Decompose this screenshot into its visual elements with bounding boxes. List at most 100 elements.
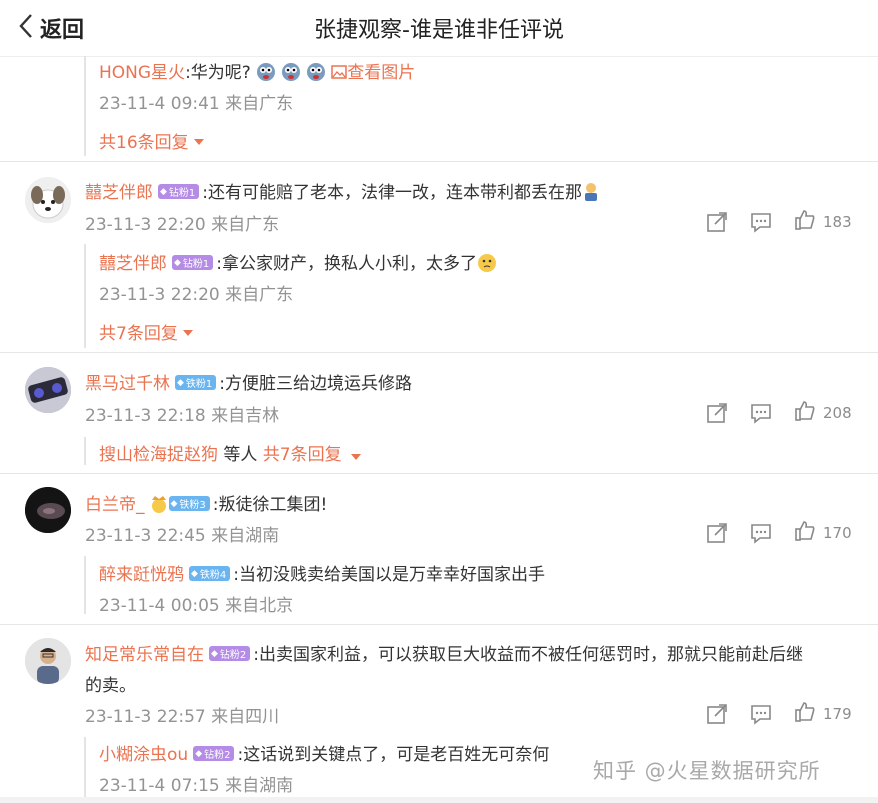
reply-text: :当初没贱卖给美国以是万幸幸好国家出手 bbox=[233, 565, 546, 585]
reply-divider bbox=[84, 56, 86, 156]
comment-username[interactable]: 白兰帝_ bbox=[85, 495, 145, 515]
reply-username[interactable]: 醉来跹恍鸦 bbox=[99, 565, 184, 585]
like-button[interactable]: 208 bbox=[794, 400, 852, 426]
thumbs-up-icon bbox=[794, 209, 816, 235]
share-icon[interactable] bbox=[706, 211, 728, 233]
reply-text: :华为呢? bbox=[185, 63, 251, 83]
caret-down-icon bbox=[350, 454, 361, 460]
share-icon[interactable] bbox=[706, 703, 728, 725]
comment-icon[interactable] bbox=[750, 211, 772, 233]
face-emoji-icon bbox=[281, 62, 301, 86]
reply-text: :拿公家财产，换私人小利，太多了 bbox=[216, 254, 478, 274]
diamond-icon: ◆ bbox=[160, 186, 167, 197]
fan-badge: ◆ 钻粉2 bbox=[193, 746, 235, 761]
reply-timestamp: 23-11-3 22:20 来自广东 bbox=[99, 285, 294, 305]
separator bbox=[0, 161, 878, 162]
comment-timestamp: 23-11-3 22:45 来自湖南 bbox=[85, 526, 280, 546]
thinking-emoji-icon bbox=[477, 253, 497, 277]
reply-username[interactable]: 小糊涂虫ou bbox=[99, 745, 188, 765]
fan-badge: ◆ 钻粉2 bbox=[209, 646, 251, 661]
comment-username[interactable]: 黑马过千林 bbox=[85, 374, 170, 394]
fan-badge: ◆ 铁粉3 bbox=[168, 496, 210, 511]
diamond-icon: ◆ bbox=[170, 498, 178, 509]
fan-badge: ◆ 钻粉1 bbox=[172, 255, 214, 270]
comment-line: 黑马过千林 ◆ 铁粉1:方便脏三给边境运兵修路 bbox=[85, 369, 412, 394]
comment-actions: 179 bbox=[706, 701, 852, 727]
reply-summary: 搜山检海捉赵狗 等人 共7条回复 bbox=[99, 440, 361, 465]
comment-text: :方便脏三给边境运兵修路 bbox=[219, 374, 413, 394]
view-replies-link[interactable]: 共7条回复 bbox=[263, 445, 342, 465]
diamond-icon: ◆ bbox=[174, 257, 181, 268]
comment-timestamp: 23-11-3 22:57 来自四川 bbox=[85, 707, 280, 727]
caret-down-icon bbox=[182, 329, 193, 336]
person-emoji-icon bbox=[582, 182, 600, 206]
like-count: 208 bbox=[823, 404, 852, 422]
thumbs-up-icon bbox=[794, 520, 816, 546]
reply-line: 小糊涂虫ou ◆ 钻粉2:这话说到关键点了，可是老百姓无可奈何 bbox=[99, 740, 549, 765]
share-icon[interactable] bbox=[706, 522, 728, 544]
face-emoji-icon bbox=[306, 62, 326, 86]
comment-actions: 183 bbox=[706, 209, 852, 235]
comment-actions: 208 bbox=[706, 400, 852, 426]
reply-text: :这话说到关键点了，可是老百姓无可奈何 bbox=[237, 745, 550, 765]
like-count: 179 bbox=[823, 705, 852, 723]
view-replies-link[interactable]: 共16条回复 bbox=[99, 128, 204, 153]
page-title: 张捷观察-谁是谁非任评说 bbox=[314, 18, 564, 43]
fan-badge: ◆ 钻粉1 bbox=[158, 184, 200, 199]
like-button[interactable]: 170 bbox=[794, 520, 852, 546]
comment-text-continued: 的卖。 bbox=[85, 676, 136, 696]
diamond-icon: ◆ bbox=[211, 648, 218, 659]
separator bbox=[0, 352, 878, 353]
comment-timestamp: 23-11-3 22:18 来自吉林 bbox=[85, 406, 280, 426]
view-replies-link[interactable]: 共7条回复 bbox=[99, 319, 193, 344]
share-icon[interactable] bbox=[706, 402, 728, 424]
comment-icon[interactable] bbox=[750, 522, 772, 544]
reply-username[interactable]: HONG星火 bbox=[99, 63, 185, 83]
reply-timestamp: 23-11-4 00:05 来自北京 bbox=[99, 596, 294, 616]
comment-text: :出卖国家利益，可以获取巨大收益而不被任何惩罚时，那就只能前赴后继 bbox=[253, 645, 804, 665]
crown-emoji-icon bbox=[149, 494, 169, 518]
fan-badge: ◆ 铁粉1 bbox=[175, 375, 217, 390]
like-count: 183 bbox=[823, 213, 852, 231]
comment-username[interactable]: 知足常乐常自在 bbox=[85, 645, 204, 665]
like-button[interactable]: 183 bbox=[794, 209, 852, 235]
top-bar: 返回 张捷观察-谁是谁非任评说 bbox=[0, 0, 878, 57]
reply-line: 醉来跹恍鸦 ◆ 铁粉4:当初没贱卖给美国以是万幸幸好国家出手 bbox=[99, 560, 545, 585]
reply-timestamp: 23-11-4 09:41 来自广东 bbox=[99, 94, 294, 114]
comment-icon[interactable] bbox=[750, 402, 772, 424]
avatar[interactable] bbox=[25, 487, 71, 533]
comment-icon[interactable] bbox=[750, 703, 772, 725]
reply-line: HONG星火:华为呢? 查看图片 bbox=[99, 58, 415, 86]
reply-summary-text: 等人 bbox=[218, 445, 263, 465]
reply-divider bbox=[84, 737, 86, 797]
like-count: 170 bbox=[823, 524, 852, 542]
reply-timestamp: 23-11-4 07:15 来自湖南 bbox=[99, 776, 294, 796]
comment-timestamp: 23-11-3 22:20 来自广东 bbox=[85, 215, 280, 235]
comment-text: :还有可能赔了老本，法律一改，连本带利都丢在那 bbox=[202, 183, 583, 203]
face-emoji-icon bbox=[256, 62, 276, 86]
thumbs-up-icon bbox=[794, 701, 816, 727]
comment-line: 知足常乐常自在 ◆ 钻粉2:出卖国家利益，可以获取巨大收益而不被任何惩罚时，那就只能… bbox=[85, 640, 803, 665]
diamond-icon: ◆ bbox=[191, 568, 198, 579]
reply-summary-username[interactable]: 搜山检海捉赵狗 bbox=[99, 445, 218, 465]
reply-line: 囍芝伴郎 ◆ 钻粉1:拿公家财产，换私人小利，太多了 bbox=[99, 249, 497, 277]
view-image-link[interactable]: 查看图片 bbox=[331, 63, 415, 83]
comment-actions: 170 bbox=[706, 520, 852, 546]
avatar[interactable] bbox=[25, 367, 71, 413]
reply-username[interactable]: 囍芝伴郎 bbox=[99, 254, 167, 274]
fan-badge: ◆ 铁粉4 bbox=[189, 566, 231, 581]
avatar[interactable] bbox=[25, 638, 71, 684]
bottom-divider bbox=[0, 797, 878, 803]
reply-divider bbox=[84, 244, 86, 348]
like-button[interactable]: 179 bbox=[794, 701, 852, 727]
comment-line: 白兰帝_ ◆ 铁粉3:叛徒徐工集团! bbox=[85, 490, 327, 518]
reply-divider bbox=[84, 437, 86, 465]
comment-username[interactable]: 囍芝伴郎 bbox=[85, 183, 153, 203]
avatar[interactable] bbox=[25, 177, 71, 223]
reply-divider bbox=[84, 556, 86, 614]
caret-down-icon bbox=[193, 138, 204, 145]
separator bbox=[0, 624, 878, 625]
image-icon bbox=[331, 63, 347, 83]
comment-line: 囍芝伴郎 ◆ 钻粉1:还有可能赔了老本，法律一改，连本带利都丢在那 bbox=[85, 178, 600, 206]
watermark: 知乎 @火星数据研究所 bbox=[593, 759, 821, 783]
